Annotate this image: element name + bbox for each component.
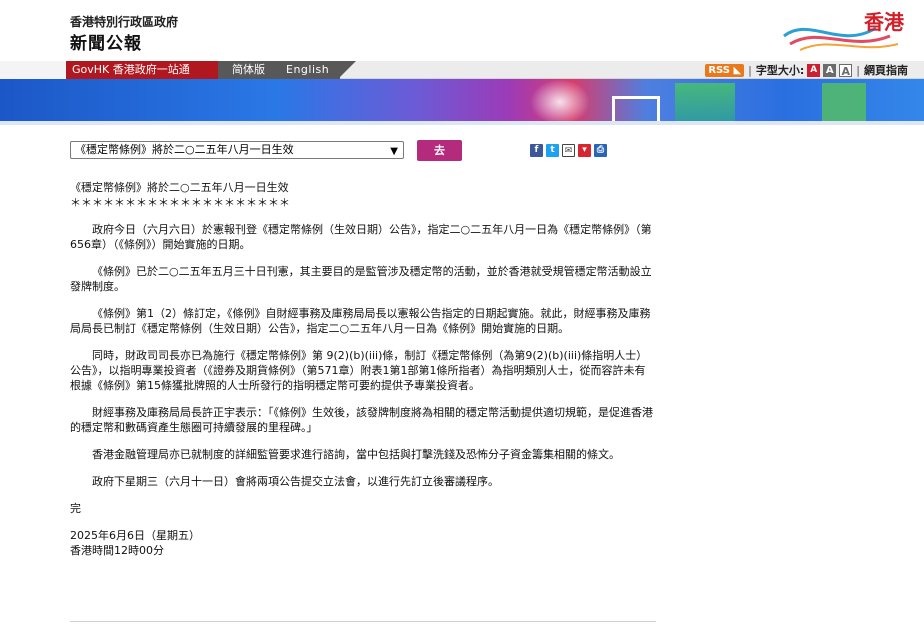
share-buttons: f t ✉ ▾ ⎙: [530, 144, 607, 157]
article-paragraph: 《條例》第1（2）條訂定，《條例》自財經事務及庫務局局長以憲報公告指定的日期起實…: [70, 307, 651, 335]
language-switcher: 简体版 English: [218, 61, 340, 79]
facebook-icon[interactable]: f: [530, 144, 543, 157]
top-navigation-bar: GovHK 香港政府一站通 简体版 English RSS ◣ | 字型大小: …: [0, 61, 924, 79]
org-title: 香港特別行政區政府: [70, 15, 179, 29]
article-toolbar: 《穩定幣條例》將於二○二五年八月一日生效 ▼ 去 f t ✉ ▾ ⎙: [70, 140, 630, 162]
brand-hong-kong-logo[interactable]: 香港: [780, 6, 904, 54]
article-headline: 《穩定幣條例》將於二○二五年八月一日生效: [70, 181, 289, 194]
footer-divider: [70, 621, 656, 622]
logo-text: 香港: [864, 10, 904, 34]
release-time: 香港時間12時00分: [70, 544, 164, 557]
article-paragraph: 政府下星期三（六月十一日）會將兩項公告提交立法會，以進行先訂立後審議程序。: [92, 475, 499, 488]
rss-link[interactable]: RSS ◣: [705, 63, 745, 77]
font-size-small-button[interactable]: A: [807, 63, 821, 77]
article-select[interactable]: 《穩定幣條例》將於二○二五年八月一日生效 ▼: [70, 141, 404, 159]
decorative-banner: [0, 79, 924, 125]
end-mark: 完: [70, 502, 81, 515]
font-size-medium-button[interactable]: A: [823, 63, 837, 77]
press-release-body: 《穩定幣條例》將於二○二五年八月一日生效 ＊＊＊＊＊＊＊＊＊＊＊＊＊＊＊＊＊＊＊…: [70, 180, 656, 570]
font-size-label: 字型大小:: [755, 64, 805, 77]
release-date: 2025年6月6日（星期五）: [70, 529, 200, 542]
twitter-icon[interactable]: t: [546, 144, 559, 157]
print-icon[interactable]: ⎙: [594, 144, 607, 157]
govhk-link[interactable]: GovHK 香港政府一站通: [66, 61, 218, 79]
chevron-down-icon: ▼: [390, 146, 398, 157]
page-header: 香港特別行政區政府 新聞公報 香港: [0, 0, 924, 62]
article-paragraph: 香港金融管理局亦已就制度的詳細監管要求進行諮詢，當中包括與打擊洗錢及恐怖分子資金…: [92, 448, 620, 461]
email-icon[interactable]: ✉: [562, 144, 575, 157]
sitemap-link[interactable]: 網頁指南: [864, 62, 908, 78]
english-link[interactable]: English: [286, 61, 329, 79]
font-size-large-button[interactable]: A: [839, 63, 853, 78]
article-paragraph: 財經事務及庫務局局長許正宇表示：「《條例》生效後，該發牌制度將為相關的穩定幣活動…: [70, 406, 653, 434]
utility-tools: RSS ◣ | 字型大小: A A A | 網頁指南: [705, 62, 908, 78]
rss-icon: ◣: [733, 64, 742, 76]
headline-divider: ＊＊＊＊＊＊＊＊＊＊＊＊＊＊＊＊＊＊＊＊: [70, 196, 290, 209]
bookmark-icon[interactable]: ▾: [578, 144, 591, 157]
site-title[interactable]: 新聞公報: [70, 29, 142, 54]
article-paragraph: 同時，財政司司長亦已為施行《穩定幣條例》第 9(2)(b)(iii)條，制訂《穩…: [70, 349, 648, 392]
go-button[interactable]: 去: [417, 140, 462, 161]
simplified-chinese-link[interactable]: 简体版: [232, 61, 265, 79]
article-paragraph: 《條例》已於二○二五年五月三十日刊憲，其主要目的是監管涉及穩定幣的活動，並於香港…: [70, 265, 652, 293]
article-paragraph: 政府今日（六月六日）於憲報刊登《穩定幣條例（生效日期）公告》，指定二○二五年八月…: [70, 223, 652, 251]
